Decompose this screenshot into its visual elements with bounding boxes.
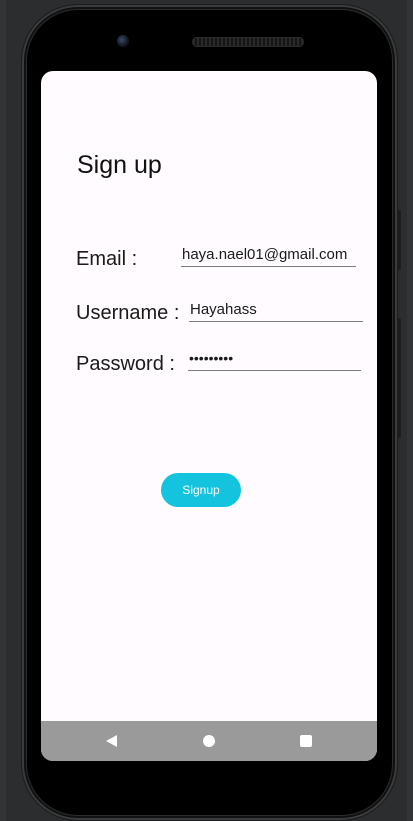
page-title: Sign up bbox=[77, 151, 162, 179]
back-button[interactable] bbox=[91, 721, 131, 761]
earpiece-speaker bbox=[192, 37, 304, 47]
volume-button[interactable] bbox=[397, 318, 401, 438]
navigation-bar bbox=[41, 721, 377, 761]
window-rail-right bbox=[407, 0, 413, 821]
password-label: Password : bbox=[76, 353, 175, 375]
password-field-container bbox=[188, 346, 361, 371]
window-rail-left bbox=[0, 0, 6, 821]
home-circle-icon bbox=[203, 735, 215, 747]
signup-button[interactable]: Signup bbox=[161, 473, 241, 507]
username-label: Username : bbox=[76, 302, 180, 324]
power-button[interactable] bbox=[397, 210, 401, 270]
app-screen: Sign up Email : Username : Password : Si… bbox=[41, 71, 377, 761]
front-camera-icon bbox=[117, 35, 129, 47]
email-field-container bbox=[181, 242, 356, 267]
recents-square-icon bbox=[300, 735, 312, 747]
home-button[interactable] bbox=[189, 721, 229, 761]
username-field-container bbox=[189, 297, 363, 322]
password-field[interactable] bbox=[188, 346, 361, 370]
email-label: Email : bbox=[76, 248, 138, 270]
username-field[interactable] bbox=[189, 297, 363, 321]
email-field[interactable] bbox=[181, 242, 356, 266]
back-triangle-icon bbox=[105, 735, 117, 747]
recents-button[interactable] bbox=[286, 721, 326, 761]
